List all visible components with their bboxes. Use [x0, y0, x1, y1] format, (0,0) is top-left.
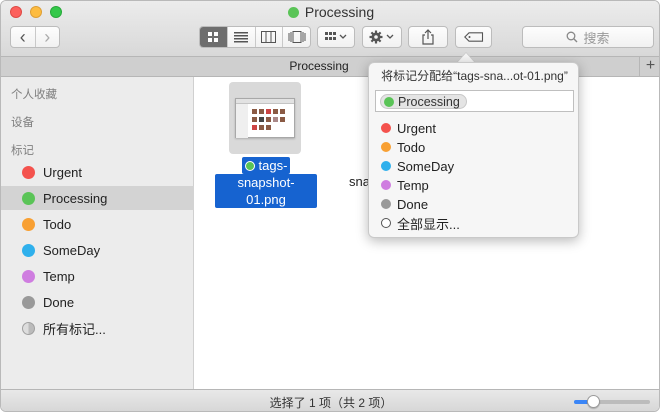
assign-tags-popover: 将标记分配给“tags-sna...ot-01.png” Processing … — [368, 62, 579, 238]
window-title: Processing — [1, 4, 659, 20]
sidebar-item-someday[interactable]: SomeDay — [1, 238, 194, 262]
action-button[interactable] — [362, 26, 402, 48]
second-file-name[interactable]: sna — [349, 174, 370, 189]
sidebar-item-label: Done — [43, 294, 75, 310]
tags-input-field[interactable]: Processing — [375, 90, 574, 112]
sidebar-heading-devices[interactable]: 设备 — [11, 114, 34, 130]
new-tab-button[interactable]: + — [639, 57, 659, 76]
popover-tag-temp[interactable]: Temp — [381, 176, 429, 194]
selection-count: 选择了 1 项（共 2 项） — [269, 396, 393, 410]
edit-tags-button[interactable] — [455, 26, 492, 48]
share-button[interactable] — [408, 26, 448, 48]
tag-dot-icon — [22, 295, 35, 309]
file-thumbnail-selected[interactable] — [229, 82, 301, 154]
sidebar-item-todo[interactable]: Todo — [1, 212, 194, 236]
sidebar-item-label: 所有标记... — [43, 321, 106, 337]
tag-dot-icon — [22, 191, 35, 205]
search-placeholder: 搜索 — [583, 30, 610, 46]
sidebar-item-label: Urgent — [43, 164, 83, 180]
popover-tag-label: Done — [397, 196, 429, 212]
search-icon — [567, 31, 578, 43]
coverflow-view-icon — [288, 31, 306, 43]
tag-dot-icon — [381, 123, 391, 133]
status-bar: 选择了 1 项（共 2 项） — [1, 389, 659, 411]
popover-tag-someday[interactable]: SomeDay — [381, 157, 454, 175]
screenshot-thumbnail-image — [235, 98, 295, 138]
popover-tag-urgent[interactable]: Urgent — [381, 119, 436, 137]
back-button[interactable]: ‹ — [11, 28, 35, 46]
toolbar: Processing ‹ › 搜索 — [1, 1, 659, 57]
tag-icon — [463, 32, 483, 42]
sidebar-heading-favorites[interactable]: 个人收藏 — [11, 86, 57, 102]
tag-dot-icon — [381, 180, 391, 190]
tag-dot-icon — [384, 96, 394, 107]
column-view-icon — [261, 31, 277, 43]
list-view-button[interactable] — [228, 27, 256, 47]
window-title-text: Processing — [304, 4, 375, 20]
sidebar-item-all-tags[interactable]: 所有标记... — [1, 316, 194, 340]
popover-tag-label: Temp — [397, 177, 429, 193]
file-name-line1: tags- — [241, 157, 291, 174]
sidebar-item-done[interactable]: Done — [1, 290, 194, 314]
gear-icon — [369, 30, 394, 44]
forward-button[interactable]: › — [36, 28, 60, 46]
back-forward-control: ‹ › — [10, 26, 60, 48]
file-name-text: tags- — [258, 158, 288, 173]
icon-size-slider[interactable] — [574, 395, 650, 408]
all-tags-icon — [22, 321, 35, 335]
file-name-line2: snapshot-01.png — [215, 174, 317, 208]
tag-dot-icon — [22, 165, 35, 179]
coverflow-view-button[interactable] — [283, 27, 310, 47]
view-mode-control — [199, 26, 311, 48]
show-all-ring-icon — [381, 218, 391, 228]
popover-tag-label: SomeDay — [397, 158, 455, 174]
sidebar-item-label: Todo — [43, 216, 72, 232]
tag-dot-icon — [381, 142, 391, 152]
icon-view-icon — [208, 32, 219, 42]
column-view-button[interactable] — [256, 27, 284, 47]
tag-dot-icon — [22, 269, 35, 283]
sidebar-heading-tags[interactable]: 标记 — [11, 142, 34, 158]
tag-token-label: Processing — [398, 94, 460, 109]
file-name-label[interactable]: tags- snapshot-01.png — [215, 157, 317, 208]
sidebar-item-label: Temp — [43, 268, 75, 284]
tag-dot-icon — [22, 243, 35, 257]
search-field[interactable]: 搜索 — [522, 26, 654, 48]
popover-show-all-label: 全部显示... — [397, 216, 460, 232]
tag-dot-icon — [381, 161, 391, 171]
arrange-grid-icon — [325, 32, 347, 40]
tag-dot-icon — [381, 199, 391, 209]
sidebar-item-urgent[interactable]: Urgent — [1, 160, 194, 184]
sidebar-item-label: SomeDay — [43, 242, 101, 258]
title-tag-dot-icon — [287, 7, 299, 18]
popover-tag-done[interactable]: Done — [381, 195, 428, 213]
popover-tag-label: Todo — [397, 139, 426, 155]
arrange-button[interactable] — [317, 26, 355, 48]
file-tag-dot-icon — [244, 161, 255, 171]
tag-token-processing[interactable]: Processing — [380, 94, 467, 109]
popover-tag-label: Urgent — [397, 120, 437, 136]
sidebar: 个人收藏 设备 标记 Urgent Processing Todo SomeDa… — [1, 77, 194, 389]
sidebar-item-processing[interactable]: Processing — [1, 186, 194, 210]
share-icon — [422, 29, 434, 45]
popover-show-all[interactable]: 全部显示... — [381, 214, 460, 232]
sidebar-item-temp[interactable]: Temp — [1, 264, 194, 288]
sidebar-item-label: Processing — [43, 190, 108, 206]
icon-view-button[interactable] — [200, 27, 228, 47]
slider-knob[interactable] — [586, 395, 600, 408]
popover-tag-todo[interactable]: Todo — [381, 138, 425, 156]
popover-title: 将标记分配给“tags-sna...ot-01.png” — [381, 69, 568, 83]
list-view-icon — [234, 32, 249, 43]
tag-dot-icon — [22, 217, 35, 231]
